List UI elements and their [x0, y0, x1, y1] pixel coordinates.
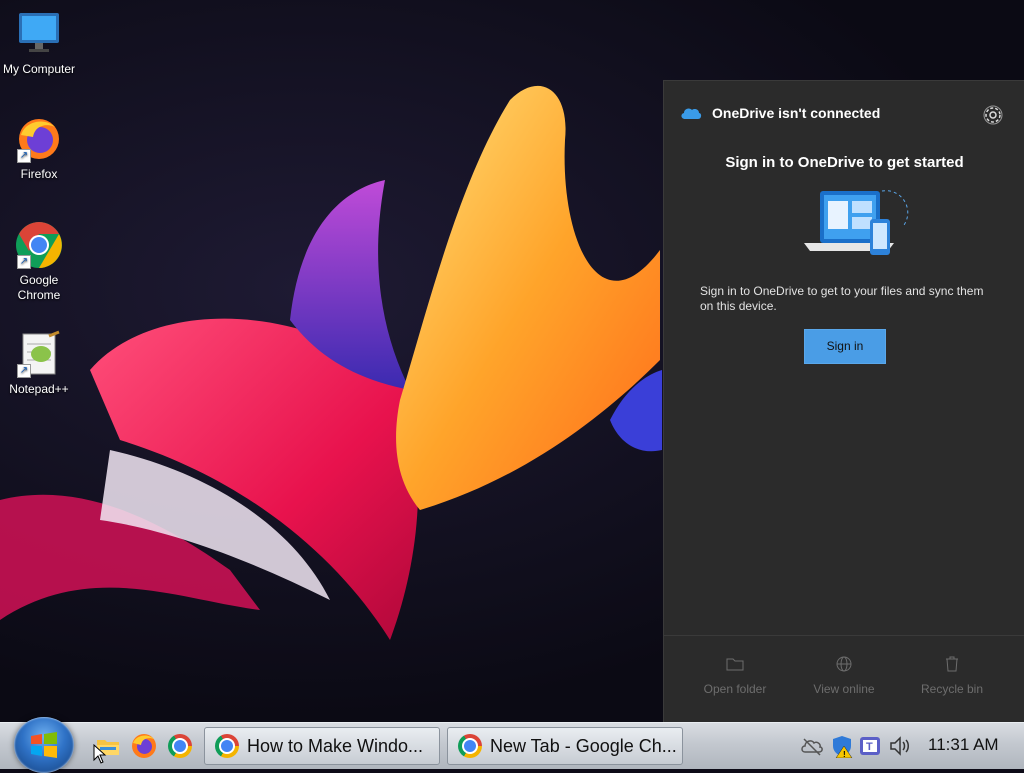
onedrive-header: OneDrive isn't connected	[680, 105, 880, 121]
footer-label: Open folder	[703, 682, 767, 696]
desktop-icon-google-chrome[interactable]: ↗ Google Chrome	[0, 221, 78, 303]
onedrive-cloud-icon	[681, 108, 702, 119]
desktop-icon-label: Notepad++	[9, 382, 69, 396]
svg-text:!: !	[843, 750, 846, 758]
recycle-bin-button[interactable]: Recycle bin	[902, 654, 1002, 696]
monitor-icon	[15, 10, 63, 58]
shortcut-arrow-icon: ↗	[17, 364, 31, 378]
taskbar-window-button[interactable]: How to Make Windo...	[204, 727, 440, 765]
view-online-button[interactable]: View online	[794, 654, 894, 696]
onedrive-footer: Open folder View online Recycle bin	[664, 635, 1024, 723]
desktop-icon-label: Firefox	[20, 167, 58, 181]
firefox-icon[interactable]	[130, 732, 158, 760]
settings-gear-icon[interactable]	[981, 103, 1005, 127]
desktop-icon-firefox[interactable]: ↗ Firefox	[0, 115, 78, 182]
teams-icon[interactable]: T	[858, 734, 882, 758]
globe-icon	[836, 656, 852, 672]
taskbar-window-button[interactable]: New Tab - Google Ch...	[447, 727, 683, 765]
onedrive-flyout: OneDrive isn't connected Sign in to OneD…	[663, 80, 1024, 722]
window-title: How to Make Windo...	[247, 735, 424, 756]
mouse-cursor-icon	[93, 744, 107, 764]
footer-label: View online	[813, 682, 875, 696]
desktop-icon-label: Google Chrome	[17, 273, 61, 302]
security-warning-icon[interactable]: !	[830, 734, 854, 759]
volume-icon[interactable]	[888, 734, 912, 758]
chrome-logo	[168, 734, 192, 758]
taskbar-clock[interactable]: 11:31 AM	[928, 735, 999, 755]
notepadpp-icon: ↗	[15, 330, 63, 378]
open-folder-button[interactable]: Open folder	[685, 654, 785, 696]
desktop-icon-notepadpp[interactable]: ↗ Notepad++	[0, 330, 78, 397]
window-title: New Tab - Google Ch...	[490, 735, 677, 756]
shortcut-arrow-icon: ↗	[17, 255, 31, 269]
windows-logo-icon	[31, 732, 57, 758]
trash-icon	[946, 656, 958, 672]
desktop-icon-label: My Computer	[2, 62, 76, 76]
onedrive-description: Sign in to OneDrive to get to your files…	[700, 284, 984, 313]
onedrive-status-text: OneDrive isn't connected	[712, 105, 881, 121]
svg-text:T: T	[866, 741, 873, 753]
taskbar: How to Make Windo... New Tab - Google Ch…	[0, 717, 1024, 773]
devices-illustration	[774, 185, 914, 275]
sign-in-button[interactable]: Sign in	[804, 329, 886, 364]
desktop-icon-my-computer[interactable]: My Computer	[0, 10, 78, 77]
chrome-icon	[458, 734, 482, 758]
onedrive-title: Sign in to OneDrive to get started	[725, 154, 964, 171]
chrome-icon: ↗	[15, 221, 63, 269]
chrome-icon[interactable]	[166, 732, 194, 760]
folder-icon	[726, 658, 744, 671]
footer-label: Recycle bin	[920, 682, 984, 696]
start-button[interactable]	[14, 717, 74, 773]
shortcut-arrow-icon: ↗	[17, 149, 31, 163]
firefox-icon: ↗	[15, 115, 63, 163]
onedrive-offline-icon[interactable]	[800, 734, 824, 758]
chrome-icon	[215, 734, 239, 758]
